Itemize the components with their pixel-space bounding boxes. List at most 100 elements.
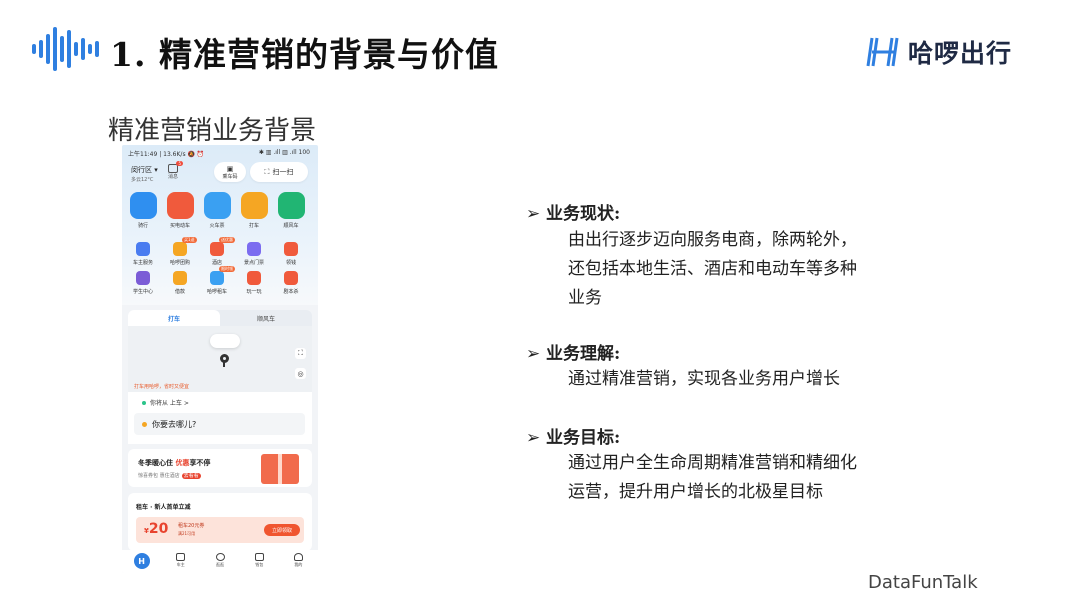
mini-service-label: 车主服务 xyxy=(132,260,153,266)
mini-service-item[interactable]: 买1送 哈啰团购 xyxy=(163,237,197,266)
mini-service-item[interactable]: 剧本杀 xyxy=(274,271,308,295)
service-label: 顺风车 xyxy=(283,223,299,229)
service-item[interactable]: 顺风车 xyxy=(274,192,308,229)
bullet-understanding: ➢ 业务理解: xyxy=(526,339,620,364)
service-label: 骑行 xyxy=(137,223,148,229)
nav-explore[interactable]: 逛逛 xyxy=(200,550,239,573)
nav-owner[interactable]: 车主 xyxy=(161,550,200,573)
bullet-goal: ➢ 业务目标: xyxy=(526,423,620,448)
mini-service-tag: 限时领 xyxy=(219,266,235,272)
rental-coupon: ¥20 租车20元券 满21可用 立即领取 xyxy=(136,517,304,543)
mini-service-icon xyxy=(210,271,224,285)
service-label: 打车 xyxy=(248,223,259,229)
coupon-value: 20 xyxy=(148,521,169,537)
mini-service-label: 领钱 xyxy=(285,260,296,266)
scan-button[interactable]: ⛶ 扫一扫 xyxy=(250,162,308,182)
mini-service-label: 景点门票 xyxy=(243,260,264,266)
location-pin-stem xyxy=(223,362,225,367)
message-icon: 5 xyxy=(168,161,183,173)
mini-service-icon xyxy=(136,242,150,256)
rental-card: 租车 · 新人首单立减 ¥20 租车20元券 满21可用 立即领取 xyxy=(128,493,312,551)
hello-logo-icon xyxy=(866,37,899,67)
soundwave-logo-icon xyxy=(32,24,108,74)
bullet-status: ➢ 业务现状: xyxy=(526,199,620,224)
claim-coupon-button[interactable]: 立即领取 xyxy=(264,524,300,536)
mini-service-item[interactable]: 领钱 xyxy=(274,242,308,266)
train-icon xyxy=(203,192,231,219)
carpool-icon xyxy=(277,192,305,219)
mini-service-item[interactable]: 借款 xyxy=(163,271,197,295)
pickup-text: 你将从 上车 > xyxy=(150,400,189,407)
bullet-heading: 业务目标: xyxy=(546,428,621,448)
mini-service-icon xyxy=(173,242,187,256)
arrow-bullet-icon: ➢ xyxy=(526,204,541,224)
scan-icon: ⛶ xyxy=(264,167,270,176)
promo-subtitle: 惊喜券包 惠住酒店 去看看 xyxy=(138,472,201,479)
promo-title-a: 冬季暖心住 xyxy=(138,459,176,467)
locate-icon[interactable]: ◎ xyxy=(295,368,306,379)
message-badge: 5 xyxy=(176,161,183,166)
promo-go-button[interactable]: 去看看 xyxy=(181,473,201,479)
bullet-description: 通过精准营销，实现各业务用户增长 xyxy=(568,365,840,394)
mini-service-icon xyxy=(284,242,298,256)
tab-taxi[interactable]: 打车 xyxy=(128,310,220,326)
nav-mine[interactable]: 我的 xyxy=(279,550,318,573)
mini-service-item[interactable]: 限时领 哈啰租车 xyxy=(200,266,235,295)
status-bar-right: ✱ ▥ .ıll ▥ .ıll 100 xyxy=(258,149,310,156)
gift-box-icon xyxy=(261,454,299,484)
service-item[interactable]: 火车票 xyxy=(200,192,234,229)
ride-tabs: 打车 顺风车 xyxy=(128,310,312,326)
service-item[interactable]: 骑行 xyxy=(126,192,160,229)
desc-line: 通过用户全生命周期精准营销和精细化 xyxy=(568,453,857,473)
nav-home[interactable]: H xyxy=(122,550,161,573)
coupon-name: 租车20元券 xyxy=(178,523,205,529)
mini-service-label: 玩一玩 xyxy=(246,289,262,295)
mini-service-tag: 买1送 xyxy=(182,237,197,243)
pickup-line[interactable]: 你将从 上车 > xyxy=(142,398,189,407)
home-icon: H xyxy=(133,553,150,569)
mini-service-item[interactable]: 送优惠 酒店 xyxy=(200,237,235,266)
nav-wallet[interactable]: 钱包 xyxy=(240,550,279,573)
bullet-heading: 业务理解: xyxy=(546,344,621,364)
promo-title: 冬季暖心住 优惠享不停 xyxy=(138,458,210,468)
mini-service-item[interactable]: 车主服务 xyxy=(126,242,160,266)
promo-banner[interactable]: 冬季暖心住 优惠享不停 惊喜券包 惠住酒店 去看看 xyxy=(128,449,312,487)
pickup-dot-icon xyxy=(142,401,146,405)
desc-line: 业务 xyxy=(568,288,602,308)
mini-service-icon xyxy=(247,271,261,285)
nav-wallet-label: 钱包 xyxy=(255,562,264,567)
coupon-amount: ¥20 xyxy=(144,521,168,537)
mini-service-item[interactable]: 学生中心 xyxy=(126,271,160,295)
bullet-description: 通过用户全生命周期精准营销和精细化 运营，提升用户增长的北极星目标 xyxy=(568,449,857,507)
ride-code-icon: ▣ xyxy=(226,164,234,173)
fullscreen-icon[interactable]: ⛶ xyxy=(295,348,306,359)
brand-name: 哈啰出行 xyxy=(908,39,1013,68)
taxi-icon xyxy=(240,192,268,219)
destination-dot-icon xyxy=(142,421,147,427)
mini-service-tag: 送优惠 xyxy=(219,237,235,243)
brand-logo: 哈啰出行 xyxy=(866,34,1012,70)
city-selector[interactable]: 闵行区 ▾ xyxy=(131,165,158,175)
mini-service-icon xyxy=(247,242,261,256)
nav-owner-label: 车主 xyxy=(176,562,185,567)
service-label: 火车票 xyxy=(209,223,225,229)
footer-watermark: DataFunTalk xyxy=(868,572,978,593)
map-hint: 打车用哈啰，省时又便宜 xyxy=(134,384,190,390)
service-item[interactable]: 打车 xyxy=(237,192,271,229)
tab-carpool[interactable]: 顺风车 xyxy=(220,310,312,326)
status-bar-left: 上午11:49 | 13.6K/s 🔕 ⏰ xyxy=(128,151,205,158)
mini-service-item[interactable]: 景点门票 xyxy=(237,242,271,266)
nav-mine-label: 我的 xyxy=(294,562,303,567)
mini-service-label: 学生中心 xyxy=(132,289,153,295)
app-screenshot: 上午11:49 | 13.6K/s 🔕 ⏰ ✱ ▥ .ıll ▥ .ıll 10… xyxy=(122,145,318,573)
message-button[interactable]: 5 消息 xyxy=(166,161,183,180)
pickup-bubble xyxy=(210,334,240,348)
mini-service-item[interactable]: 玩一玩 xyxy=(237,271,271,295)
weather-text: 多云12°C xyxy=(131,177,154,183)
ride-code-button[interactable]: ▣ 乘车码 xyxy=(214,162,246,182)
arrow-bullet-icon: ➢ xyxy=(526,344,541,364)
destination-input[interactable]: 你要去哪儿? xyxy=(134,413,305,435)
coupon-condition: 满21可用 xyxy=(178,531,196,536)
scan-label: 扫一扫 xyxy=(272,168,294,176)
service-item[interactable]: 买电动车 xyxy=(163,192,197,229)
